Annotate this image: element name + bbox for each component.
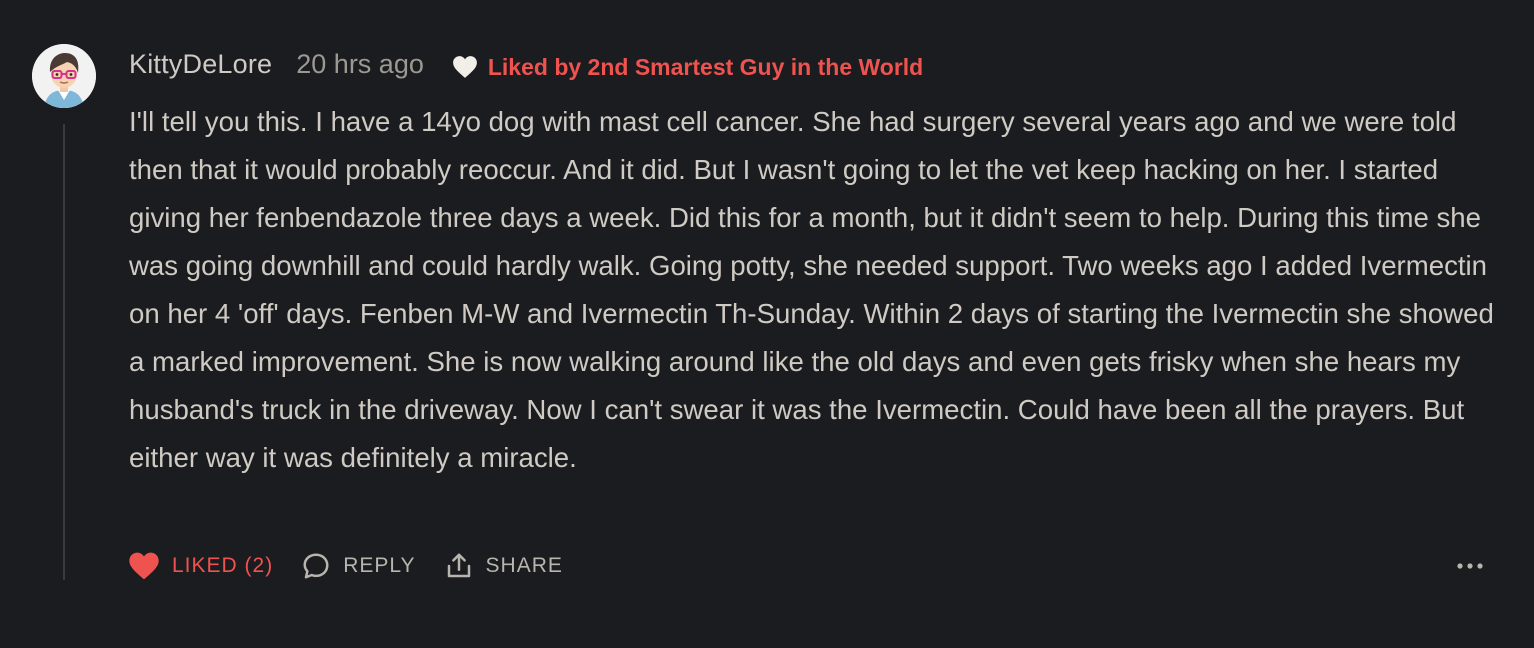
share-label: SHARE (485, 554, 563, 577)
like-button[interactable]: LIKED (2) (128, 551, 273, 581)
liked-by-text: Liked by 2nd Smartest Guy in the World (487, 53, 924, 80)
speech-bubble-icon (301, 551, 331, 581)
like-label: LIKED (2) (172, 554, 274, 577)
more-options-button[interactable] (1454, 550, 1486, 582)
comment: KittyDeLore 20 hrs ago Liked by 2nd Smar… (0, 0, 1534, 648)
comment-actions: LIKED (2) REPLY SHARE (128, 546, 591, 586)
avatar[interactable] (32, 44, 96, 108)
heart-filled-icon (128, 551, 160, 581)
author-name[interactable]: KittyDeLore (129, 49, 272, 80)
liked-by-badge: Liked by 2nd Smartest Guy in the World (452, 54, 923, 81)
thread-line (63, 124, 65, 580)
comment-header: KittyDeLore 20 hrs ago Liked by 2nd Smar… (129, 44, 923, 84)
comment-body: I'll tell you this. I have a 14yo dog wi… (129, 106, 1494, 473)
cartoon-avatar-icon (32, 44, 96, 108)
share-button[interactable]: SHARE (444, 551, 563, 581)
ellipsis-icon (1457, 563, 1483, 569)
heart-outline-icon (452, 55, 478, 79)
reply-button[interactable]: REPLY (301, 551, 415, 581)
comment-timestamp[interactable]: 20 hrs ago (296, 49, 424, 80)
share-upload-icon (444, 551, 474, 581)
reply-label: REPLY (343, 554, 416, 577)
